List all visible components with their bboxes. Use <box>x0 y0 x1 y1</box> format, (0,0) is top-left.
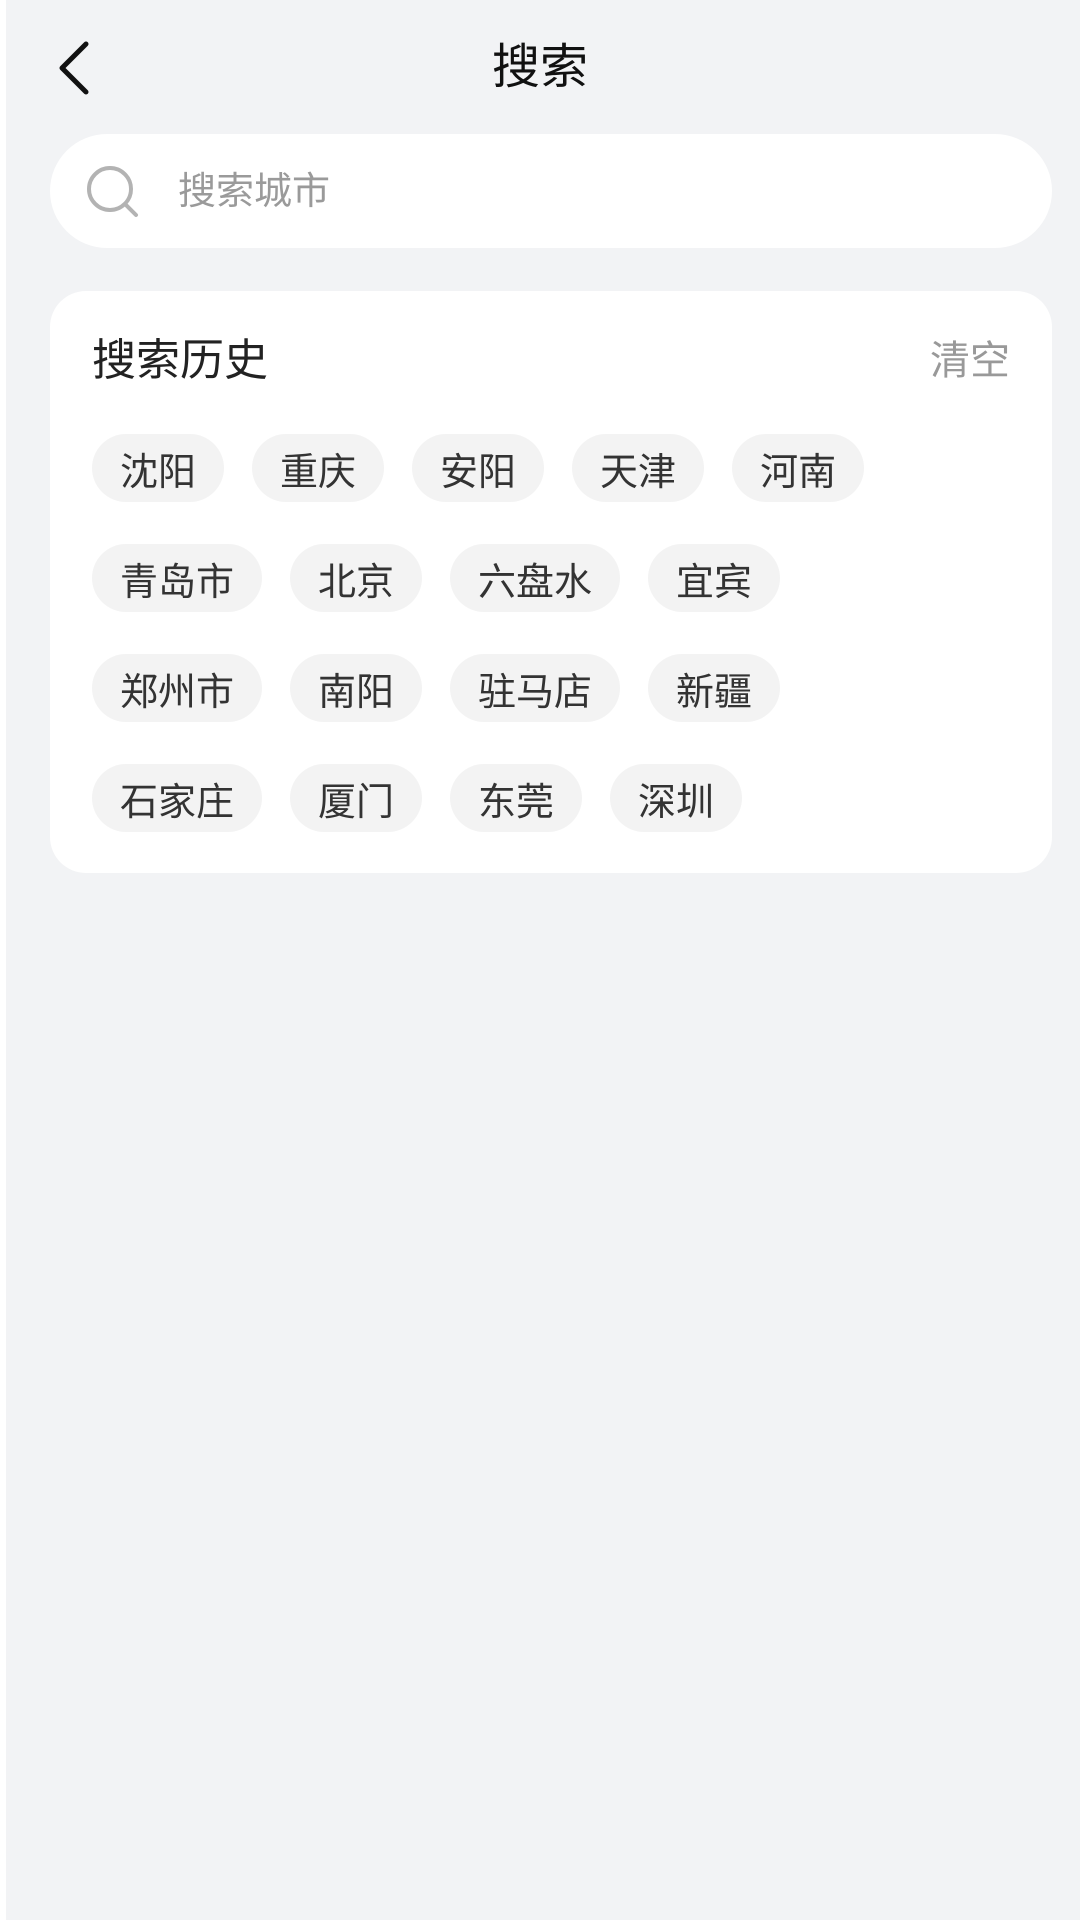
history-row-1: 沈阳 重庆 安阳 天津 河南 <box>92 434 865 502</box>
page-title: 搜索 <box>491 39 588 95</box>
history-tag[interactable]: 驻马店 <box>450 654 621 722</box>
history-tag[interactable]: 厦门 <box>290 764 423 832</box>
history-tag[interactable]: 安阳 <box>412 434 545 502</box>
history-tag[interactable]: 南阳 <box>290 654 423 722</box>
history-tag[interactable]: 郑州市 <box>92 654 263 722</box>
history-tag[interactable]: 新疆 <box>648 654 781 722</box>
history-tag[interactable]: 河南 <box>732 434 865 502</box>
history-tag[interactable]: 东莞 <box>450 764 583 832</box>
search-input[interactable] <box>178 154 998 228</box>
history-row-4: 石家庄 厦门 东莞 深圳 <box>92 764 743 832</box>
header-bar: 搜索 <box>0 0 1080 135</box>
clear-history-button[interactable]: 清空 <box>930 331 1010 391</box>
history-tag[interactable]: 石家庄 <box>92 764 263 832</box>
search-history-card: 搜索历史 清空 沈阳 重庆 安阳 天津 河南 青岛市 北京 六盘水 宜宾 郑州市… <box>50 291 1052 873</box>
search-bar[interactable] <box>50 134 1052 248</box>
search-history-title: 搜索历史 <box>92 335 268 386</box>
left-edge-strip <box>0 0 6 1920</box>
history-tag[interactable]: 六盘水 <box>450 544 621 612</box>
history-tag[interactable]: 北京 <box>290 544 423 612</box>
history-tag[interactable]: 沈阳 <box>92 434 225 502</box>
history-row-2: 青岛市 北京 六盘水 宜宾 <box>92 544 781 612</box>
history-tag[interactable]: 青岛市 <box>92 544 263 612</box>
search-icon <box>87 166 138 217</box>
history-tag[interactable]: 天津 <box>572 434 705 502</box>
history-row-3: 郑州市 南阳 驻马店 新疆 <box>92 654 781 722</box>
history-tag[interactable]: 深圳 <box>610 764 743 832</box>
history-tag[interactable]: 宜宾 <box>648 544 781 612</box>
history-tag[interactable]: 重庆 <box>252 434 385 502</box>
